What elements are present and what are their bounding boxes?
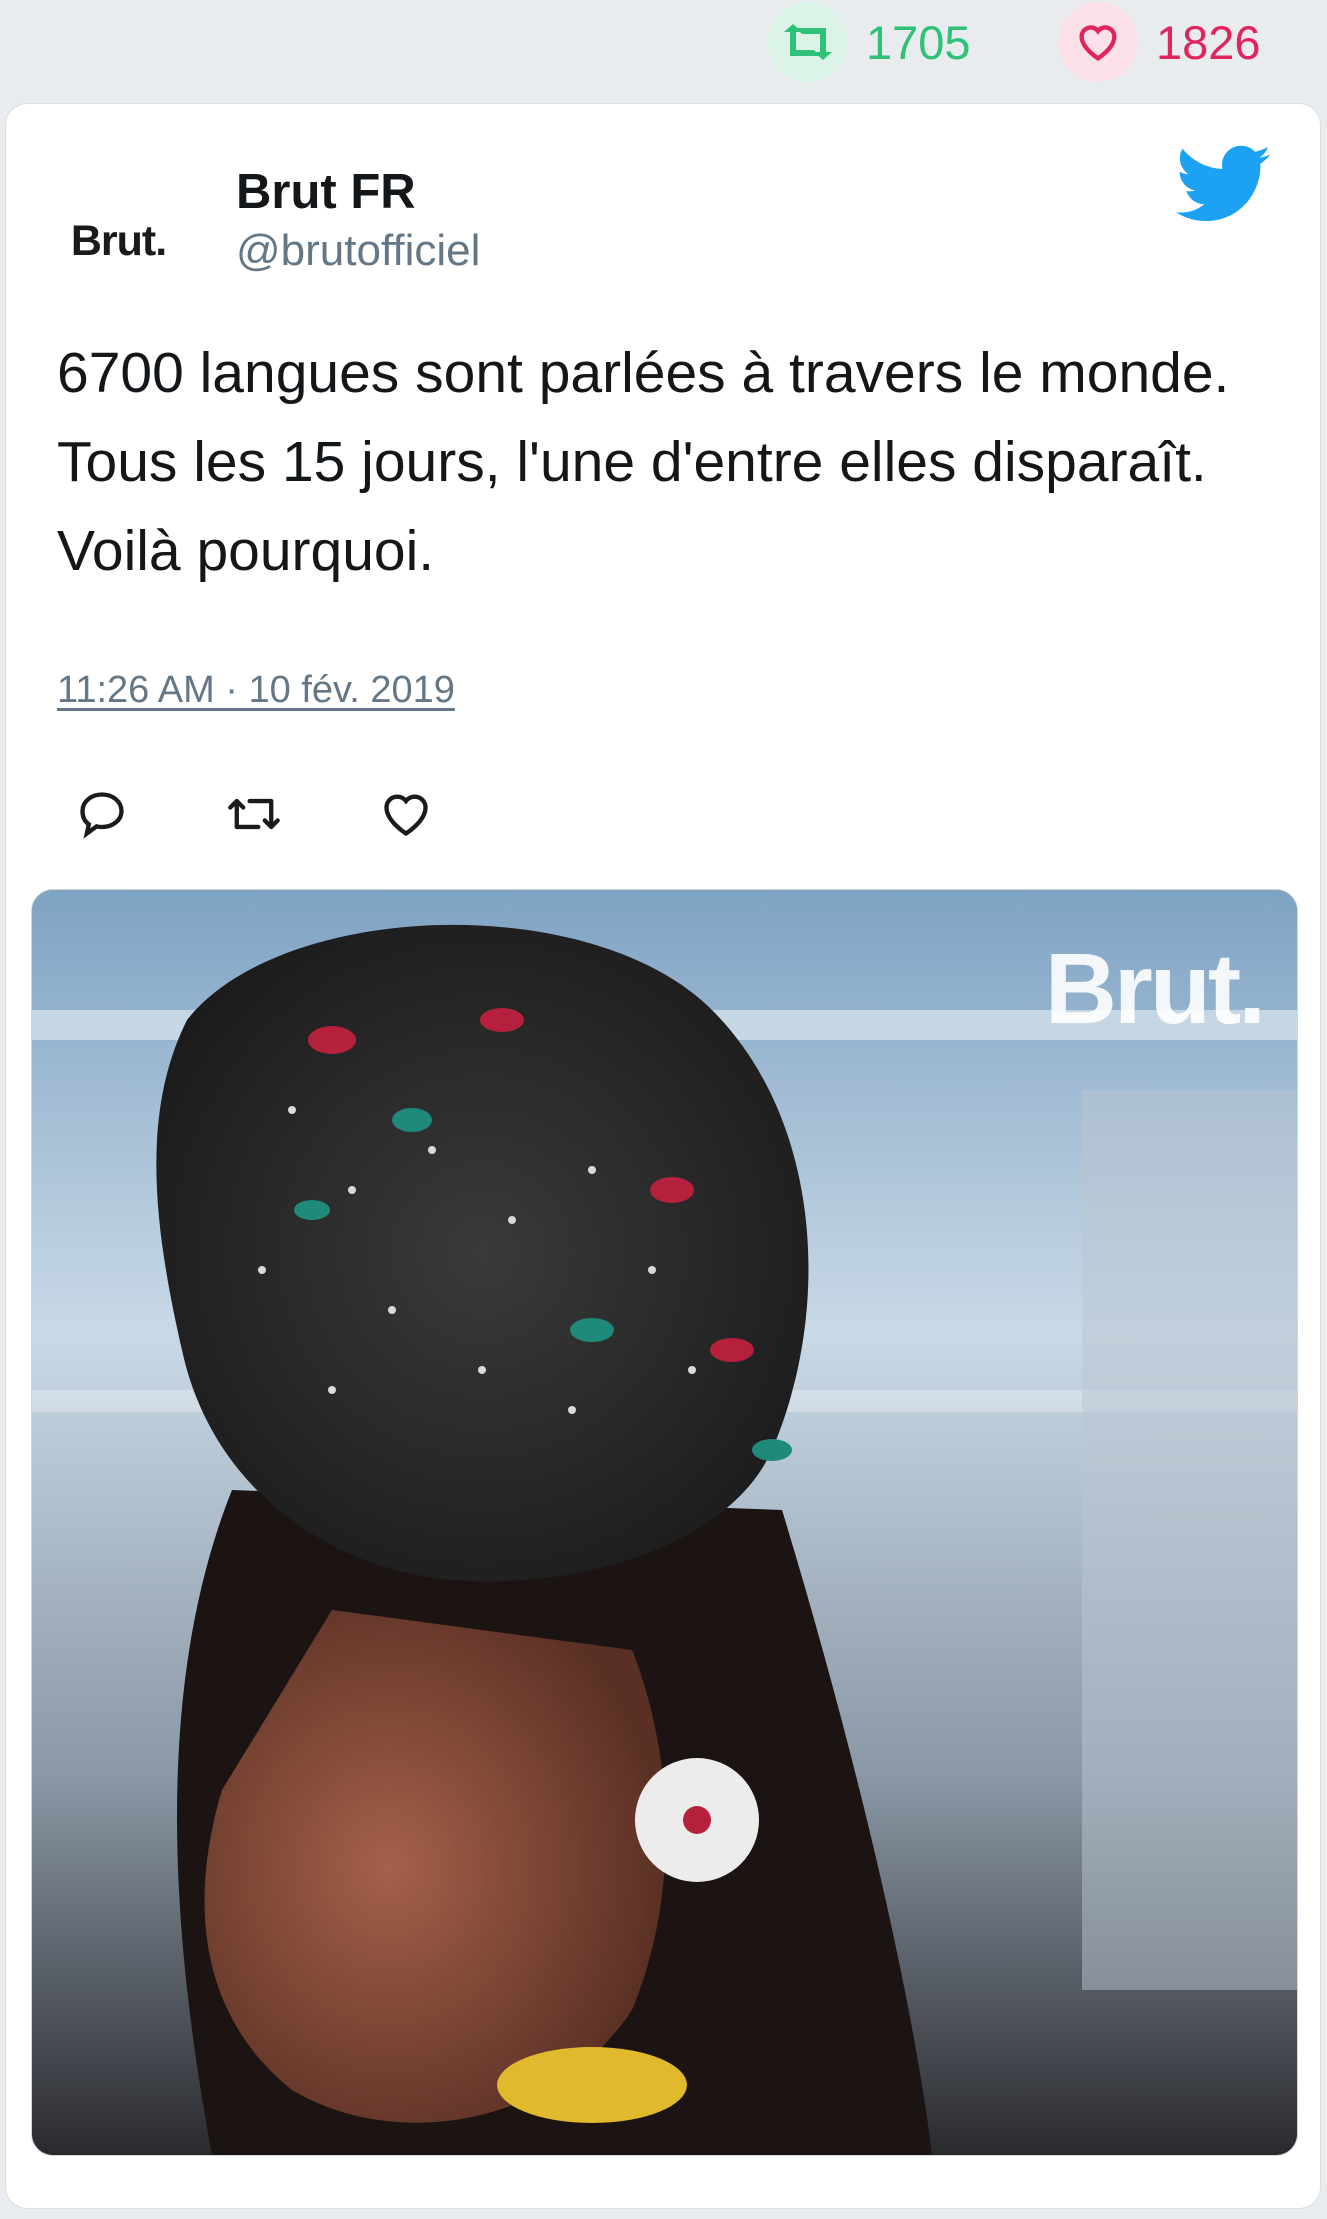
like-count[interactable]: 1826	[1058, 2, 1261, 82]
tweet-text: 6700 langues sont parlées à travers le m…	[57, 341, 1230, 583]
avatar-logo-text: Brut.	[70, 217, 167, 265]
media-watermark: Brut.	[1044, 933, 1266, 1045]
author-name[interactable]: Brut FR	[236, 164, 416, 220]
engagement-bar: 1705 1826	[0, 0, 1327, 100]
media-photo	[32, 890, 1297, 2155]
like-icon[interactable]	[376, 784, 436, 844]
like-count-value: 1826	[1156, 15, 1261, 69]
tweet-actions	[72, 784, 528, 844]
retweet-count-value: 1705	[866, 15, 971, 69]
heart-icon	[1058, 2, 1138, 82]
reply-icon[interactable]	[72, 784, 132, 844]
retweet-icon[interactable]	[224, 784, 284, 844]
retweet-count[interactable]: 1705	[768, 2, 971, 82]
tweet-timestamp[interactable]: 11:26 AM · 10 fév. 2019	[57, 669, 455, 712]
tweet-card: Brut. Brut FR @brutofficiel 6700 langues…	[5, 103, 1321, 2209]
retweet-icon	[768, 2, 848, 82]
twitter-bird-icon[interactable]	[1176, 144, 1272, 226]
author-handle[interactable]: @brutofficiel	[236, 226, 480, 276]
tweet-media-image[interactable]: Brut.	[31, 889, 1298, 2156]
avatar[interactable]: Brut.	[56, 179, 181, 304]
